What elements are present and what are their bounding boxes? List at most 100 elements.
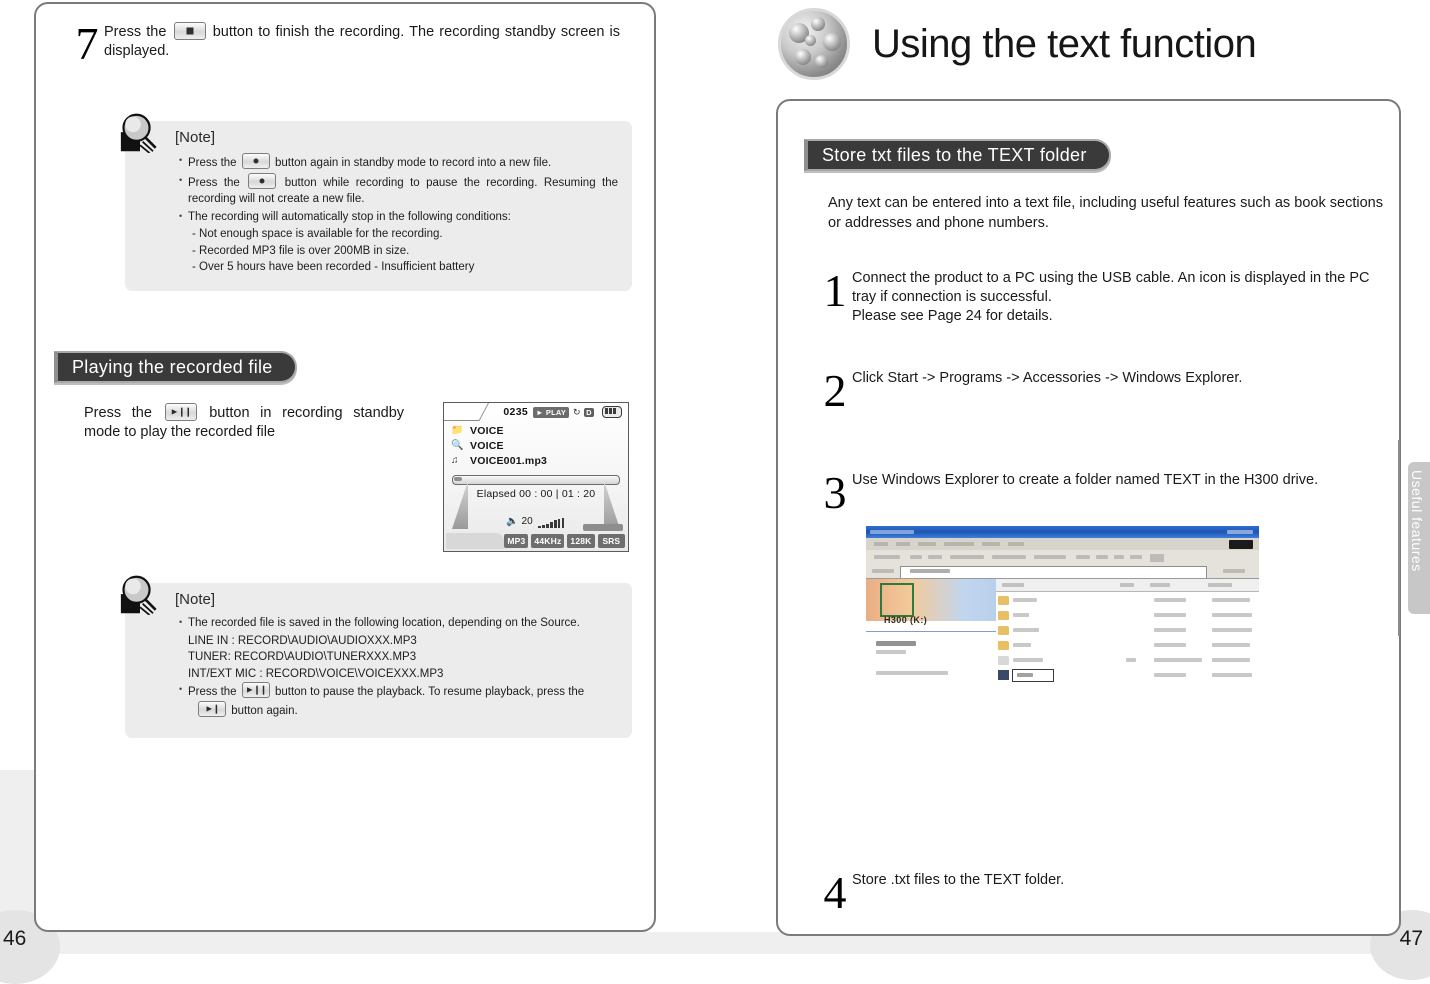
table-row[interactable] bbox=[998, 595, 1257, 607]
step-number: 1 bbox=[823, 265, 847, 316]
table-row[interactable] bbox=[998, 640, 1257, 652]
stop-button-icon bbox=[173, 22, 206, 40]
note-title: [Note] bbox=[175, 129, 216, 146]
note-item: Press the ►❙❙ button to pause the playba… bbox=[179, 681, 618, 719]
repeat-icon: ↻ bbox=[573, 406, 581, 417]
play-pause-button-icon: ►❙❙ bbox=[164, 403, 197, 421]
lcd-row: 📁 VOICE bbox=[451, 423, 624, 438]
note-item-pre: Press the bbox=[188, 686, 237, 698]
note-item-mid: button to pause the playback. To resume … bbox=[274, 686, 585, 698]
table-row-new-folder[interactable] bbox=[998, 669, 1257, 682]
step-4: 4 Store .txt files to the TEXT folder. bbox=[818, 870, 1388, 916]
note-path: INT/EXT MIC : RECORD\VOICE\VOICEXXX.MP3 bbox=[188, 667, 444, 680]
note-condition: - Recorded MP3 file is over 200MB in siz… bbox=[192, 244, 410, 257]
lcd-row-text: VOICE001.mp3 bbox=[470, 454, 548, 467]
step-3: 3 Use Windows Explorer to create a folde… bbox=[818, 467, 1388, 518]
drive-label: H300 (K:) bbox=[884, 615, 928, 625]
table-row[interactable] bbox=[998, 610, 1257, 622]
step-text: Click Start -> Programs -> Accessories -… bbox=[852, 370, 1243, 386]
search-icon: 🔍 bbox=[451, 440, 464, 451]
lcd-info-rows: 📁 VOICE 🔍 VOICE ♫ VOICE001.mp3 bbox=[451, 423, 624, 468]
section-header-label: Playing the recorded file bbox=[72, 356, 273, 377]
explorer-address-bar[interactable] bbox=[866, 564, 1259, 579]
page-number-right: 47 bbox=[1399, 927, 1423, 950]
chrome-spheres-icon bbox=[778, 8, 850, 80]
play-instruction-pre: Press the bbox=[84, 405, 152, 421]
explorer-left-pane: H300 (K:) bbox=[866, 579, 996, 853]
note-list: The recorded file is saved in the follow… bbox=[179, 614, 618, 720]
section-header-label: Store txt files to the TEXT folder bbox=[822, 144, 1087, 165]
volume-bars-icon bbox=[538, 517, 565, 528]
side-tab-useful-features[interactable]: Useful features bbox=[1408, 462, 1430, 614]
lcd-track-number: 0235 bbox=[503, 406, 528, 418]
lcd-seek-bar[interactable] bbox=[452, 475, 620, 485]
note-item-post: button again. bbox=[231, 704, 298, 717]
note-list: Press the button again in standby mode t… bbox=[179, 152, 618, 276]
section-header-store-txt: Store txt files to the TEXT folder bbox=[804, 139, 1111, 171]
folder-icon bbox=[998, 641, 1009, 650]
step-text: Press the button to finish the recording… bbox=[104, 22, 620, 61]
explorer-toolbar[interactable] bbox=[866, 550, 1259, 564]
lcd-tag-samplerate: 44KHz bbox=[531, 534, 565, 548]
step-text: Connect the product to a PC using the US… bbox=[852, 270, 1370, 324]
note-path: LINE IN : RECORD\AUDIO\AUDIOXXX.MP3 bbox=[188, 634, 417, 647]
intro-paragraph: Any text can be entered into a text file… bbox=[828, 195, 1383, 231]
lcd-mode-badge: D bbox=[583, 407, 594, 417]
lcd-elapsed-label: Elapsed bbox=[476, 488, 516, 500]
lcd-volume-value: 20 bbox=[521, 516, 533, 527]
lcd-tag-bitrate: 128K bbox=[567, 534, 595, 548]
right-edge-rule bbox=[1398, 440, 1400, 636]
step-text: Use Windows Explorer to create a folder … bbox=[852, 472, 1319, 488]
note-item: The recorded file is saved in the follow… bbox=[179, 614, 618, 632]
explorer-menu-bar[interactable] bbox=[866, 538, 1259, 550]
record-button-icon bbox=[241, 153, 270, 169]
note-condition: - Not enough space is available for the … bbox=[192, 228, 443, 240]
folder-icon bbox=[998, 596, 1009, 605]
text-file-icon bbox=[998, 656, 1009, 665]
note-item-pre: Press the bbox=[188, 176, 240, 189]
folder-icon bbox=[998, 611, 1009, 620]
table-row[interactable] bbox=[998, 625, 1257, 637]
selected-folder-icon bbox=[998, 670, 1009, 680]
lcd-srs-badge: SRS bbox=[597, 534, 625, 548]
step-text-pre: Press the bbox=[104, 24, 167, 40]
battery-icon bbox=[602, 406, 622, 418]
lcd-progress-indicator bbox=[583, 524, 623, 531]
step-text: Store .txt files to the TEXT folder. bbox=[852, 872, 1065, 888]
magnifier-note-icon bbox=[120, 113, 157, 153]
step-number: 7 bbox=[75, 18, 99, 69]
lcd-time-separator: | bbox=[555, 488, 559, 500]
lcd-row: ♫ VOICE001.mp3 bbox=[451, 453, 624, 468]
folder-icon: 📁 bbox=[451, 425, 464, 436]
lcd-row-text: VOICE bbox=[470, 439, 504, 452]
note-item: The recording will automatically stop in… bbox=[179, 208, 618, 226]
note-path: TUNER: RECORD\AUDIO\TUNERXXX.MP3 bbox=[188, 651, 417, 663]
lcd-tag-format: MP3 bbox=[504, 534, 529, 548]
explorer-title-bar bbox=[866, 526, 1259, 538]
note-condition: - Over 5 hours have been recorded - Insu… bbox=[192, 261, 475, 273]
step-number: 3 bbox=[823, 467, 847, 518]
play-pause-button-icon: ►❙❙ bbox=[241, 682, 270, 698]
note-box-recording: [Note] Press the button again in standby… bbox=[120, 113, 632, 291]
lcd-play-label: PLAY bbox=[545, 407, 567, 417]
note-box-filelocation: [Note] The recorded file is saved in the… bbox=[120, 575, 632, 738]
step-number: 2 bbox=[823, 365, 847, 416]
note-item-post: button again in standby mode to record i… bbox=[274, 157, 552, 169]
play-button-icon: ►❙ bbox=[198, 700, 226, 717]
folder-icon bbox=[998, 626, 1009, 635]
play-instruction: Press the ►❙❙ button in recording standb… bbox=[84, 403, 404, 442]
lcd-elapsed-time: 00 : 00 bbox=[519, 488, 553, 500]
magnifier-note-icon bbox=[120, 575, 157, 615]
music-file-icon: ♫ bbox=[451, 455, 459, 466]
lcd-total-time: 01 : 20 bbox=[561, 488, 596, 500]
step-7: 7 Press the button to finish the recordi… bbox=[70, 18, 630, 69]
lcd-play-badge: ► PLAY bbox=[532, 406, 570, 418]
record-button-icon bbox=[248, 172, 277, 189]
lcd-corner-decoration bbox=[444, 403, 489, 421]
table-row[interactable] bbox=[998, 655, 1257, 667]
side-tab-label: Useful features bbox=[1409, 470, 1425, 572]
note-item: Press the button while recording to paus… bbox=[179, 172, 618, 208]
step-2: 2 Click Start -> Programs -> Accessories… bbox=[818, 365, 1388, 416]
note-item: Press the button again in standby mode t… bbox=[179, 152, 618, 172]
explorer-column-headers[interactable] bbox=[996, 579, 1259, 592]
